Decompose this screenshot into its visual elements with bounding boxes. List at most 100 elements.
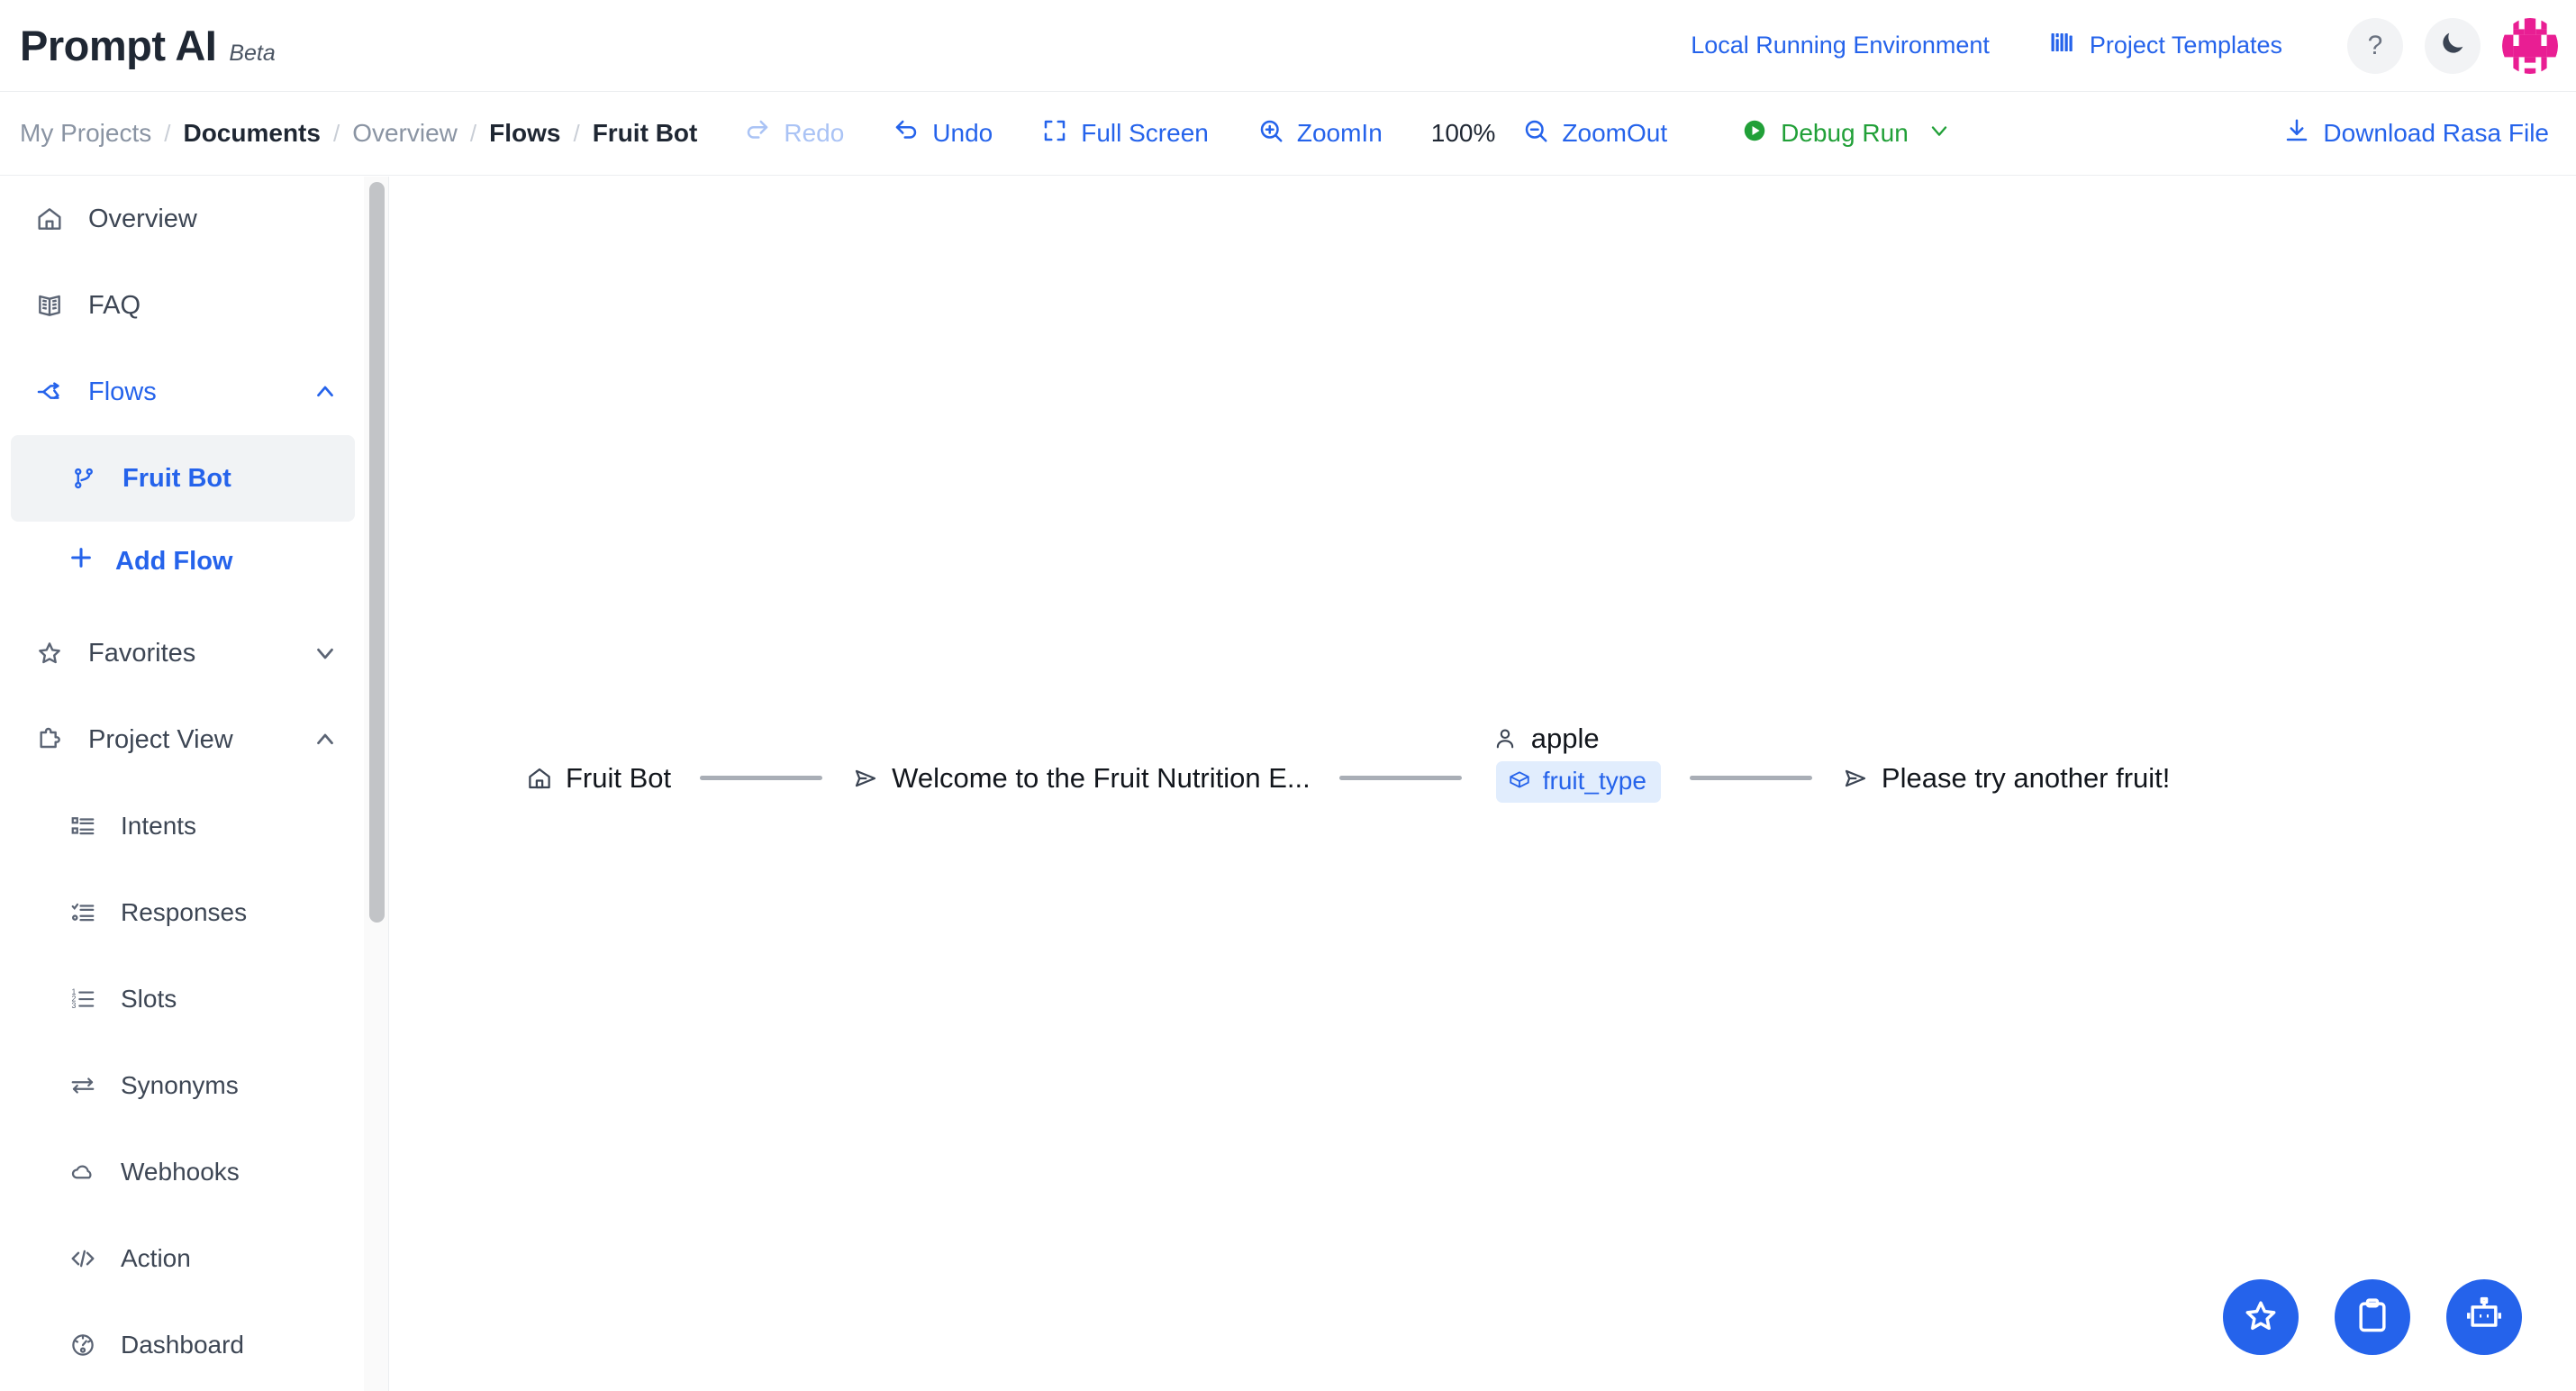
sidebar-item-intents[interactable]: Intents: [0, 783, 364, 869]
undo-button[interactable]: Undo: [893, 117, 993, 150]
floating-action-buttons: [2223, 1279, 2522, 1355]
git-branch-icon: [68, 463, 99, 494]
user-avatar-icon: [2502, 17, 2558, 74]
slot-chip-label: fruit_type: [1542, 767, 1646, 795]
svg-text:3: 3: [72, 1001, 77, 1010]
flow-canvas[interactable]: Fruit Bot Welcome to the Fruit Nutrition…: [390, 177, 2576, 1391]
add-flow-label: Add Flow: [115, 546, 233, 576]
flow-node-label: Fruit Bot: [566, 761, 672, 794]
zoom-out-button[interactable]: ZoomOut: [1522, 117, 1667, 150]
flow-node-content: Please try another fruit!: [1841, 761, 2171, 795]
chevron-up-icon[interactable]: [312, 378, 339, 405]
user-icon: [1491, 724, 1519, 753]
header-actions: Local Running Environment Project Templa…: [1691, 17, 2576, 74]
breadcrumb-separator: /: [573, 119, 580, 147]
sidebar-item-label: Flows: [88, 377, 157, 406]
list-box-icon: [68, 812, 97, 841]
fullscreen-icon: [1041, 117, 1068, 150]
sidebar-item-slots[interactable]: 1 2 3 Slots: [0, 956, 364, 1042]
sidebar-item-synonyms[interactable]: Synonyms: [0, 1042, 364, 1129]
flow-node-label: Please try another fruit!: [1881, 761, 2171, 794]
theme-toggle-button[interactable]: [2425, 17, 2481, 74]
sidebar-item-label: Responses: [121, 898, 248, 926]
brand-beta-tag: Beta: [229, 41, 276, 66]
add-flow-button[interactable]: Add Flow: [0, 522, 364, 601]
flow-node-label: apple: [1530, 723, 1600, 754]
undo-icon: [893, 117, 920, 150]
undo-label: Undo: [932, 119, 993, 147]
sidebar-item-label: Overview: [88, 204, 197, 233]
sidebar-item-label: Webhooks: [121, 1158, 240, 1186]
sidebar-item-favorites[interactable]: Favorites: [0, 610, 364, 696]
puzzle-icon: [34, 724, 65, 755]
sidebar-scrollbar-thumb[interactable]: [369, 182, 385, 923]
breadcrumb-item-fruit-bot[interactable]: Fruit Bot: [593, 119, 698, 148]
project-templates-link[interactable]: Project Templates: [2049, 29, 2282, 62]
arrows-swap-icon: [68, 1071, 97, 1100]
brand-name: Prompt AI: [20, 22, 217, 69]
clipboard-fab[interactable]: [2335, 1279, 2410, 1355]
sidebar-item-dashboard[interactable]: Dashboard: [0, 1302, 364, 1388]
breadcrumb-item-flows[interactable]: Flows: [489, 119, 560, 148]
zoom-in-button[interactable]: ZoomIn: [1257, 117, 1383, 150]
flow-node-start[interactable]: Fruit Bot: [525, 762, 671, 795]
flow-node-content: apple: [1491, 723, 1600, 755]
chevron-down-icon[interactable]: [312, 640, 339, 667]
download-rasa-file-button[interactable]: Download Rasa File: [2283, 117, 2549, 150]
sidebar-item-faq[interactable]: FAQ: [0, 262, 364, 349]
toolbar-right-actions: Download Rasa File: [2283, 117, 2576, 150]
home-icon: [34, 204, 65, 234]
favorite-fab[interactable]: [2223, 1279, 2299, 1355]
play-circle-icon: [1741, 117, 1768, 150]
flow-graph: Fruit Bot Welcome to the Fruit Nutrition…: [525, 723, 2171, 803]
sidebar-item-overview[interactable]: Overview: [0, 176, 364, 262]
slot-chip[interactable]: fruit_type: [1495, 761, 1661, 803]
sidebar-item-label: Action: [121, 1244, 191, 1272]
sidebar-item-label: Fruit Bot: [122, 463, 231, 493]
list-check-icon: [68, 898, 97, 927]
sidebar: Overview FAQ Flows Fruit Bot Add Flow Fa…: [0, 176, 364, 1391]
avatar[interactable]: [2502, 17, 2558, 74]
sidebar-item-label: Intents: [121, 812, 197, 840]
breadcrumb-item-my-projects[interactable]: My Projects: [20, 119, 151, 148]
breadcrumb-separator: /: [469, 119, 477, 147]
cloud-icon: [68, 1158, 97, 1186]
chevron-up-icon[interactable]: [312, 726, 339, 753]
breadcrumb: My Projects / Documents / Overview / Flo…: [20, 119, 697, 148]
flow-node-user-input[interactable]: apple fruit_type: [1491, 723, 1661, 803]
flow-branch-icon: [34, 377, 65, 407]
chevron-down-icon: [1927, 118, 1952, 150]
sidebar-item-fruit-bot[interactable]: Fruit Bot: [11, 435, 355, 522]
sidebar-item-label: Slots: [121, 985, 177, 1013]
star-icon: [2241, 1296, 2281, 1340]
breadcrumb-item-documents[interactable]: Documents: [183, 119, 320, 148]
sidebar-item-responses[interactable]: Responses: [0, 869, 364, 956]
help-button[interactable]: ?: [2347, 17, 2403, 74]
flow-node-content: Fruit Bot: [525, 762, 671, 795]
robot-icon: [2464, 1296, 2504, 1340]
full-screen-label: Full Screen: [1081, 119, 1209, 147]
flow-node-bot-fallback[interactable]: Please try another fruit!: [1841, 761, 2171, 795]
debug-run-button[interactable]: Debug Run: [1741, 117, 1952, 150]
sidebar-item-flows[interactable]: Flows: [0, 349, 364, 435]
send-icon: [1841, 764, 1870, 793]
sidebar-item-label: Dashboard: [121, 1331, 244, 1359]
question-mark-icon: ?: [2367, 30, 2383, 60]
sidebar-item-webhooks[interactable]: Webhooks: [0, 1129, 364, 1215]
flow-connector: [1689, 776, 1812, 780]
local-running-environment-link[interactable]: Local Running Environment: [1691, 32, 1990, 59]
send-icon: [851, 764, 880, 793]
gauge-icon: [68, 1331, 97, 1359]
brand: Prompt AI Beta: [20, 21, 276, 70]
flow-node-bot-message[interactable]: Welcome to the Fruit Nutrition E...: [851, 762, 1311, 795]
home-icon: [525, 764, 554, 793]
zoom-in-label: ZoomIn: [1296, 119, 1383, 147]
breadcrumb-item-overview[interactable]: Overview: [352, 119, 458, 148]
flow-connector: [1338, 776, 1462, 780]
clipboard-icon: [2353, 1296, 2392, 1340]
sidebar-item-action[interactable]: Action: [0, 1215, 364, 1302]
chatbot-fab[interactable]: [2446, 1279, 2522, 1355]
redo-button[interactable]: Redo: [744, 117, 844, 150]
full-screen-button[interactable]: Full Screen: [1041, 117, 1209, 150]
sidebar-item-project-view[interactable]: Project View: [0, 696, 364, 783]
